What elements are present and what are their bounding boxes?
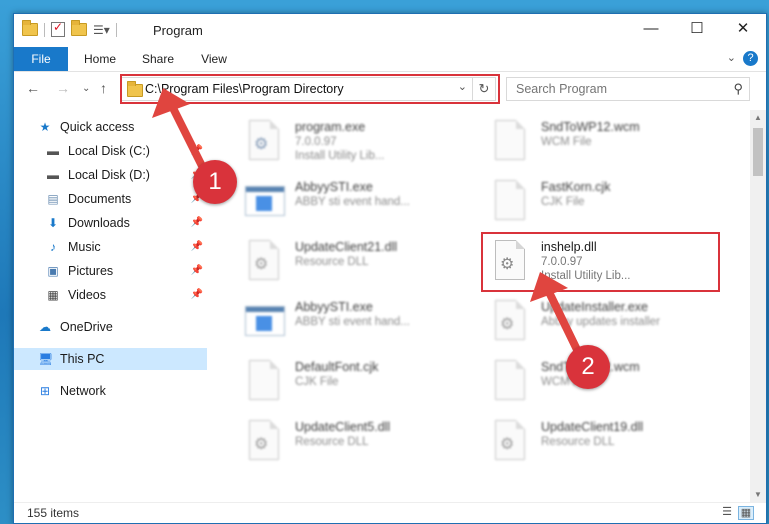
annotation-arrows [152,88,586,364]
step-2-badge: 2 [566,345,610,389]
step-1-badge: 1 [193,160,237,204]
